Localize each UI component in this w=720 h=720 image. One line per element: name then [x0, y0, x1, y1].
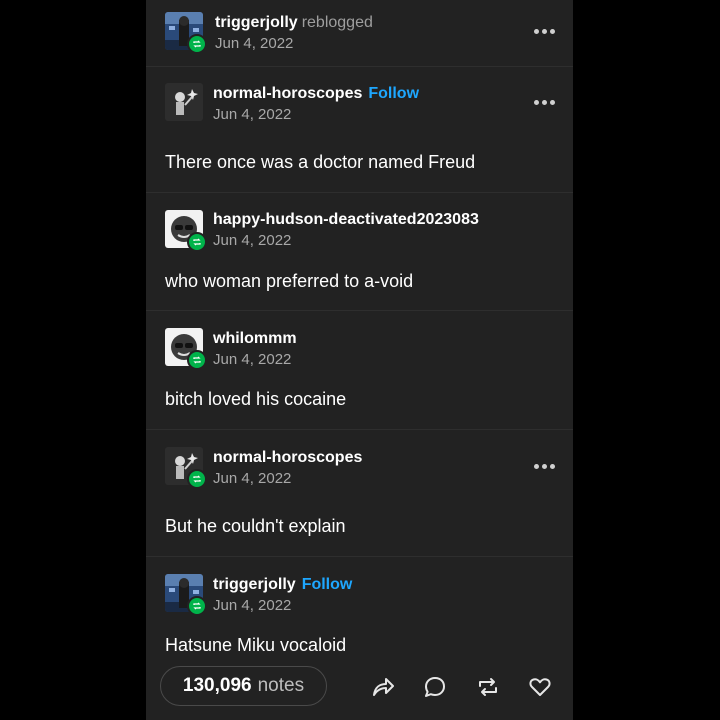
post-date[interactable]: Jun 4, 2022 — [213, 106, 291, 123]
notes-count: 130,096 — [182, 675, 252, 696]
avatar[interactable] — [165, 210, 207, 252]
avatar[interactable] — [165, 328, 207, 370]
divider — [146, 66, 573, 67]
username-link[interactable]: normal-horoscopes — [213, 85, 362, 102]
reblog-badge-icon — [187, 596, 207, 616]
username-link[interactable]: happy-hudson-deactivated2023083 — [213, 211, 479, 228]
post-text: bitch loved his cocaine — [165, 389, 347, 409]
username-link[interactable]: triggerjolly — [215, 14, 298, 31]
divider — [146, 556, 573, 557]
notes-label: notes — [257, 675, 305, 696]
post-header-0: triggerjolly reblogged — [215, 14, 373, 32]
post-text: Hatsune Miku vocaloid — [165, 635, 347, 655]
username-link[interactable]: triggerjolly — [213, 576, 296, 593]
username-link[interactable]: whilommm — [213, 330, 297, 347]
post-date[interactable]: Jun 4, 2022 — [213, 597, 291, 614]
follow-button[interactable]: Follow — [302, 576, 353, 593]
avatar-image — [165, 83, 203, 121]
reblog-badge-icon — [187, 350, 207, 370]
post-text: There once was a doctor named Freud — [165, 152, 476, 172]
post-header-5: triggerjolly Follow — [213, 576, 352, 594]
divider — [146, 429, 573, 430]
post-date[interactable]: Jun 4, 2022 — [213, 470, 291, 487]
reblog-badge-icon — [187, 34, 207, 54]
share-icon[interactable] — [370, 674, 396, 700]
avatar[interactable] — [165, 12, 207, 54]
username-link[interactable]: normal-horoscopes — [213, 449, 362, 466]
post-date[interactable]: Jun 4, 2022 — [213, 351, 291, 368]
divider — [146, 192, 573, 193]
more-options-icon[interactable] — [534, 461, 556, 471]
post-header-2: happy-hudson-deactivated2023083 — [213, 211, 479, 229]
post-text: who woman preferred to a-void — [165, 271, 414, 291]
reblogged-label: reblogged — [301, 14, 373, 31]
post-header-4: normal-horoscopes — [213, 449, 362, 467]
post-text: But he couldn't explain — [165, 516, 346, 536]
avatar[interactable] — [165, 83, 203, 121]
more-options-icon[interactable] — [534, 26, 556, 36]
post-date[interactable]: Jun 4, 2022 — [213, 232, 291, 249]
post-header-1: normal-horoscopes Follow — [213, 85, 419, 103]
heart-icon[interactable] — [527, 674, 553, 700]
reply-icon[interactable] — [422, 674, 448, 700]
follow-button[interactable]: Follow — [368, 85, 419, 102]
post-date[interactable]: Jun 4, 2022 — [215, 35, 293, 52]
reblog-badge-icon — [187, 232, 207, 252]
avatar[interactable] — [165, 447, 207, 489]
notes-button[interactable]: 130,096 notes — [160, 666, 327, 706]
post-footer: 130,096 notes — [146, 658, 573, 720]
more-options-icon[interactable] — [534, 97, 556, 107]
reblog-badge-icon — [187, 469, 207, 489]
avatar[interactable] — [165, 574, 207, 616]
reblog-icon[interactable] — [475, 674, 501, 700]
divider — [146, 310, 573, 311]
post-header-3: whilommm — [213, 330, 297, 348]
post-panel: triggerjolly reblogged Jun 4, 2022 normal… — [146, 0, 573, 720]
